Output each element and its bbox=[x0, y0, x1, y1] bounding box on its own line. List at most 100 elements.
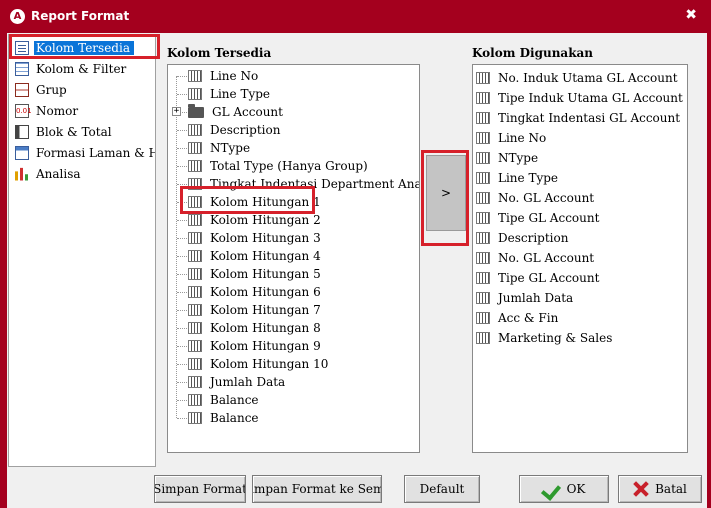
add-column-button[interactable]: > bbox=[426, 155, 466, 231]
tree-guide-branch bbox=[177, 238, 187, 239]
tree-item-label: Balance bbox=[210, 411, 259, 425]
list-item[interactable]: Marketing & Sales bbox=[476, 329, 612, 347]
column-icon bbox=[476, 212, 490, 224]
column-icon bbox=[188, 304, 202, 316]
tree-guide-branch bbox=[177, 274, 187, 275]
tree-item[interactable]: Jumlah Data bbox=[188, 373, 285, 391]
nav-item-nomor[interactable]: 0.01 Nomor bbox=[15, 101, 155, 120]
list-item[interactable]: No. Induk Utama GL Account bbox=[476, 69, 678, 87]
tree-item[interactable]: Kolom Hitungan 4 bbox=[188, 247, 321, 265]
tree-expand-icon[interactable]: + bbox=[172, 107, 181, 116]
save-format-all-button[interactable]: Simpan Format ke Semu bbox=[252, 475, 382, 503]
list-item[interactable]: Tipe Induk Utama GL Account bbox=[476, 89, 683, 107]
tree-item-label: Kolom Hitungan 1 bbox=[210, 195, 321, 209]
column-icon bbox=[188, 268, 202, 280]
tree-item[interactable]: GL Account bbox=[188, 103, 283, 121]
tree-item[interactable]: Kolom Hitungan 6 bbox=[188, 283, 321, 301]
tree-guide-branch bbox=[177, 382, 187, 383]
tree-guide-line bbox=[176, 76, 177, 418]
nav-item-label: Blok & Total bbox=[36, 124, 112, 139]
ok-button[interactable]: OK bbox=[519, 475, 609, 503]
nav-item-label: Analisa bbox=[36, 166, 81, 181]
list-item[interactable]: NType bbox=[476, 149, 538, 167]
list-item[interactable]: Line No bbox=[476, 129, 546, 147]
nav-item-label: Kolom Tersedia bbox=[34, 40, 134, 55]
nav-item-formasi-laman[interactable]: Formasi Laman & Hur bbox=[15, 143, 155, 162]
available-columns-label: Kolom Tersedia bbox=[167, 46, 272, 60]
tree-item[interactable]: Balance bbox=[188, 391, 259, 409]
tree-guide-branch bbox=[177, 148, 187, 149]
window-title: Report Format bbox=[31, 9, 130, 23]
tree-guide-branch bbox=[177, 184, 187, 185]
list-item[interactable]: No. GL Account bbox=[476, 189, 594, 207]
tree-item-label: Balance bbox=[210, 393, 259, 407]
tree-item[interactable]: NType bbox=[188, 139, 250, 157]
nav-item-blok-total[interactable]: Blok & Total bbox=[15, 122, 155, 141]
tree-item-label: Line No bbox=[210, 69, 259, 83]
tree-item-label: Kolom Hitungan 6 bbox=[210, 285, 321, 299]
column-icon bbox=[476, 232, 490, 244]
list-item[interactable]: Tingkat Indentasi GL Account bbox=[476, 109, 680, 127]
tree-guide-branch bbox=[177, 94, 187, 95]
column-icon bbox=[188, 412, 202, 424]
tree-item[interactable]: Kolom Hitungan 3 bbox=[188, 229, 321, 247]
tree-item[interactable]: Kolom Hitungan 9 bbox=[188, 337, 321, 355]
group-icon bbox=[15, 82, 29, 97]
tree-item[interactable]: Kolom Hitungan 10 bbox=[188, 355, 328, 373]
list-item[interactable]: Line Type bbox=[476, 169, 558, 187]
column-icon bbox=[188, 394, 202, 406]
tree-item-label: Kolom Hitungan 4 bbox=[210, 249, 321, 263]
cancel-button[interactable]: Batal bbox=[618, 475, 702, 503]
list-item[interactable]: Jumlah Data bbox=[476, 289, 573, 307]
tree-item[interactable]: Line Type bbox=[188, 85, 270, 103]
list-item-label: Acc & Fin bbox=[498, 311, 559, 325]
list-item-label: No. GL Account bbox=[498, 251, 595, 265]
tree-item[interactable]: Kolom Hitungan 1 bbox=[188, 193, 321, 211]
save-format-button[interactable]: Simpan Format bbox=[154, 475, 246, 503]
column-icon bbox=[476, 72, 490, 84]
list-item[interactable]: Description bbox=[476, 229, 568, 247]
list-item[interactable]: Acc & Fin bbox=[476, 309, 558, 327]
title-bar: A Report Format ✖ bbox=[0, 0, 711, 33]
tree-item[interactable]: Kolom Hitungan 7 bbox=[188, 301, 321, 319]
tree-item[interactable]: Tingkat Indentasi Department Anak bbox=[188, 175, 419, 193]
numbering-icon: 0.01 bbox=[15, 103, 32, 118]
tree-item[interactable]: Line No bbox=[188, 67, 258, 85]
tree-item[interactable]: Kolom Hitungan 8 bbox=[188, 319, 321, 337]
tree-guide-branch bbox=[177, 328, 187, 329]
list-item-label: Tipe GL Account bbox=[498, 211, 600, 225]
nav-item-kolom-filter[interactable]: Kolom & Filter bbox=[15, 59, 155, 78]
tree-item-label: Line Type bbox=[210, 87, 271, 101]
nav-item-grup[interactable]: Grup bbox=[15, 80, 155, 99]
tree-item[interactable]: Kolom Hitungan 2 bbox=[188, 211, 321, 229]
window-border-right bbox=[707, 33, 711, 508]
column-icon bbox=[188, 358, 202, 370]
app-logo-icon: A bbox=[10, 9, 25, 24]
list-item-label: No. Induk Utama GL Account bbox=[498, 71, 678, 85]
column-icon bbox=[188, 322, 202, 334]
tree-item[interactable]: Balance bbox=[188, 409, 259, 427]
tree-item-label: Description bbox=[210, 123, 281, 137]
column-icon bbox=[188, 142, 202, 154]
available-columns-tree[interactable]: Line No Line Type + GL Account Description NT… bbox=[167, 64, 420, 453]
tree-guide-branch bbox=[177, 310, 187, 311]
list-item-label: Jumlah Data bbox=[498, 291, 574, 305]
tree-item[interactable]: Total Type (Hanya Group) bbox=[188, 157, 368, 175]
close-icon[interactable]: ✖ bbox=[685, 7, 697, 23]
default-button[interactable]: Default bbox=[404, 475, 480, 503]
tree-guide-branch bbox=[177, 256, 187, 257]
list-item[interactable]: Tipe GL Account bbox=[476, 209, 599, 227]
list-item[interactable]: Tipe GL Account bbox=[476, 269, 599, 287]
column-icon bbox=[476, 272, 490, 284]
tree-item[interactable]: Description bbox=[188, 121, 280, 139]
tree-guide-branch bbox=[177, 364, 187, 365]
tree-item[interactable]: Kolom Hitungan 5 bbox=[188, 265, 321, 283]
nav-item-kolom-tersedia[interactable]: Kolom Tersedia bbox=[15, 38, 155, 57]
tree-guide-branch bbox=[177, 76, 187, 77]
column-icon bbox=[188, 286, 202, 298]
list-item[interactable]: No. GL Account bbox=[476, 249, 594, 267]
column-icon bbox=[476, 192, 490, 204]
nav-item-analisa[interactable]: Analisa bbox=[15, 164, 155, 183]
tree-item-label: Kolom Hitungan 2 bbox=[210, 213, 321, 227]
used-columns-list[interactable]: No. Induk Utama GL Account Tipe Induk Uta… bbox=[472, 64, 688, 453]
